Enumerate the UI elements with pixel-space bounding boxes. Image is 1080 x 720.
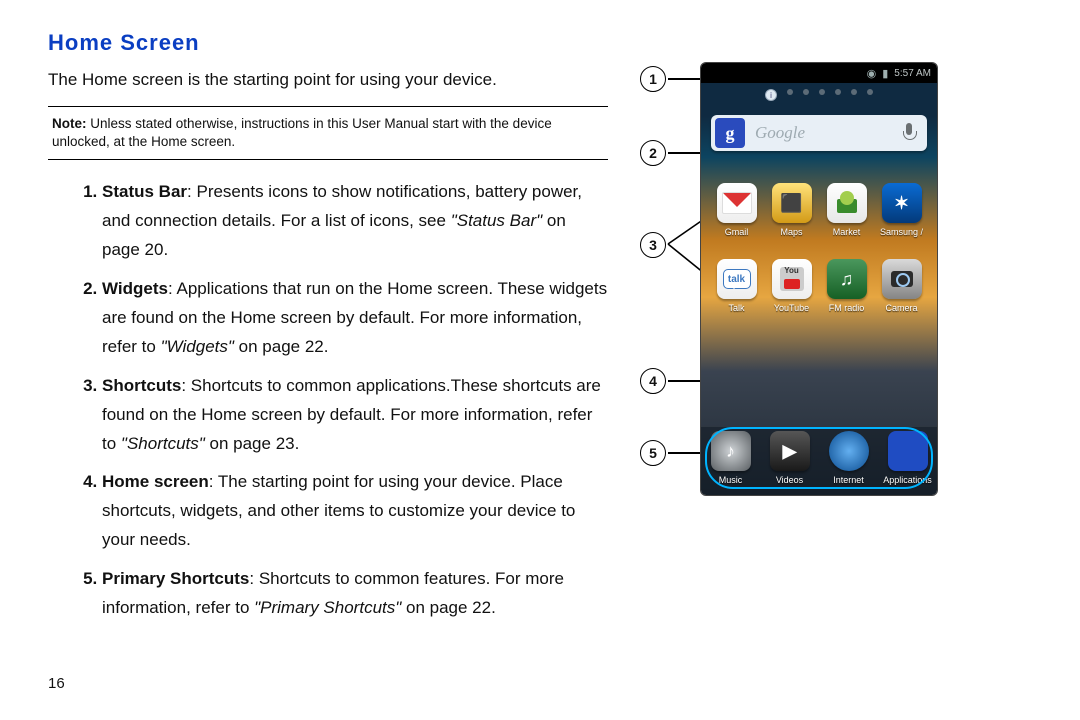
note-body: Unless stated otherwise, instructions in… [52, 116, 552, 149]
dock-label: Internet [833, 475, 864, 485]
callout-4: 4 [640, 368, 666, 394]
wifi-icon: ◉ [867, 67, 877, 80]
pager-dot [819, 89, 825, 95]
fmradio-icon: ♫ [827, 259, 867, 299]
internet-icon [829, 431, 869, 471]
app-label: Camera [885, 303, 917, 313]
callout-5: 5 [640, 440, 666, 466]
app-camera[interactable]: Camera [874, 259, 929, 313]
dock-applications[interactable]: Applications [878, 431, 937, 485]
intro-paragraph: The Home screen is the starting point fo… [48, 70, 608, 90]
dock-label: Applications [883, 475, 932, 485]
phone-illustration: ◉ ▮ 5:57 AM i g Google Gmail ⬛ Maps Marke… [700, 62, 938, 496]
music-icon: ♪ [711, 431, 751, 471]
list-item: Primary Shortcuts: Shortcuts to common f… [102, 565, 608, 623]
app-maps[interactable]: ⬛ Maps [764, 183, 819, 237]
section-title: Home Screen [48, 30, 608, 56]
term: Primary Shortcuts [102, 569, 249, 588]
status-bar: ◉ ▮ 5:57 AM [701, 63, 937, 83]
samsung-icon: ✶ [882, 183, 922, 223]
primary-shortcuts-dock: ♪ Music ▶ Videos Internet Applications [701, 426, 937, 495]
list-item: Status Bar: Presents icons to show notif… [102, 178, 608, 265]
app-label: Market [833, 227, 861, 237]
page-indicator: i [701, 89, 937, 101]
list-item: Widgets: Applications that run on the Ho… [102, 275, 608, 362]
leader-line [668, 380, 704, 382]
app-label: Maps [780, 227, 802, 237]
app-label: FM radio [829, 303, 865, 313]
microphone-icon[interactable] [901, 123, 917, 143]
callout-2: 2 [640, 140, 666, 166]
crossref: "Shortcuts" [121, 434, 205, 453]
dock-music[interactable]: ♪ Music [701, 431, 760, 485]
applications-icon [888, 431, 928, 471]
google-logo-icon: g [715, 118, 745, 148]
pager-dot [867, 89, 873, 95]
note-prefix: Note: [52, 116, 87, 131]
dock-label: Videos [776, 475, 803, 485]
status-time: 5:57 AM [894, 68, 931, 79]
dock-videos[interactable]: ▶ Videos [760, 431, 819, 485]
crossref: "Status Bar" [451, 211, 542, 230]
app-gmail[interactable]: Gmail [709, 183, 764, 237]
app-talk[interactable]: talk Talk [709, 259, 764, 313]
list-item: Home screen: The starting point for usin… [102, 468, 608, 555]
term: Shortcuts [102, 376, 181, 395]
item-body-b: on page 22. [234, 337, 329, 356]
dock-internet[interactable]: Internet [819, 431, 878, 485]
battery-icon: ▮ [882, 67, 888, 80]
item-body-b: on page 22. [401, 598, 496, 617]
crossref: "Widgets" [161, 337, 234, 356]
pager-dot [851, 89, 857, 95]
google-search-widget[interactable]: g Google [711, 115, 927, 151]
page-number: 16 [48, 675, 65, 692]
pager-dot-active: i [765, 89, 777, 101]
maps-icon: ⬛ [772, 183, 812, 223]
app-fmradio[interactable]: ♫ FM radio [819, 259, 874, 313]
search-placeholder: Google [755, 123, 901, 143]
note-box: Note: Unless stated otherwise, instructi… [48, 106, 608, 160]
talk-icon: talk [717, 259, 757, 299]
term: Status Bar [102, 182, 187, 201]
list-item: Shortcuts: Shortcuts to common applicati… [102, 372, 608, 459]
term: Home screen [102, 472, 209, 491]
app-market[interactable]: Market [819, 183, 874, 237]
term: Widgets [102, 279, 168, 298]
gmail-icon [717, 183, 757, 223]
app-label: YouTube [774, 303, 809, 313]
crossref: "Primary Shortcuts" [254, 598, 401, 617]
pager-dot [803, 89, 809, 95]
pager-dot [787, 89, 793, 95]
app-label: Talk [728, 303, 744, 313]
callout-3: 3 [640, 232, 666, 258]
dock-label: Music [719, 475, 743, 485]
app-label: Samsung / [880, 227, 923, 237]
content-column: Home Screen The Home screen is the start… [48, 30, 608, 633]
manual-page: Home Screen The Home screen is the start… [0, 0, 1080, 720]
app-label: Gmail [725, 227, 749, 237]
youtube-icon [772, 259, 812, 299]
callout-1: 1 [640, 66, 666, 92]
camera-icon [882, 259, 922, 299]
videos-icon: ▶ [770, 431, 810, 471]
app-samsung[interactable]: ✶ Samsung / [874, 183, 929, 237]
item-body-b: on page 23. [205, 434, 300, 453]
pager-dot [835, 89, 841, 95]
market-icon [827, 183, 867, 223]
numbered-list: Status Bar: Presents icons to show notif… [48, 178, 608, 622]
app-shortcut-grid: Gmail ⬛ Maps Market ✶ Samsung / talk Talk Y… [701, 183, 937, 313]
app-youtube[interactable]: YouTube [764, 259, 819, 313]
